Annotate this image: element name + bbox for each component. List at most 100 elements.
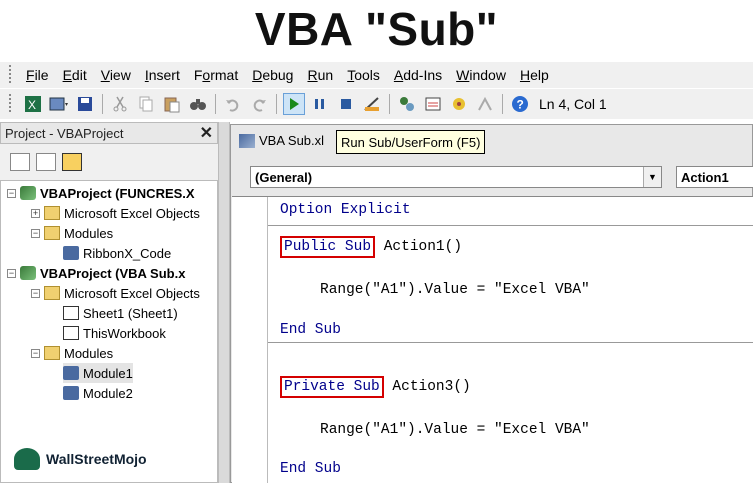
run-tooltip: Run Sub/UserForm (F5) [336,130,486,154]
tree-node-label: Microsoft Excel Objects [64,285,200,301]
chevron-down-icon[interactable]: ▼ [643,167,661,187]
code-editor[interactable]: Option Explicit Public Sub Action1() Ran… [232,196,753,483]
collapse-icon[interactable]: − [31,348,40,358]
toolbar-separator [102,94,103,114]
folder-icon [44,226,60,240]
module-icon [63,386,79,400]
collapse-icon[interactable]: − [31,228,40,238]
menu-help[interactable]: Help [514,67,557,83]
tree-node-label: Sheet1 (Sheet1) [83,305,178,321]
menu-format[interactable]: Format [188,67,246,83]
paste-icon[interactable] [161,93,183,115]
toolbar-separator [502,94,503,114]
expand-icon[interactable]: + [31,208,40,218]
properties-window-icon[interactable] [422,93,444,115]
logo-icon [14,448,40,470]
tree-node[interactable]: − VBAProject (FUNCRES.X [7,183,195,203]
toolbar-separator [389,94,390,114]
code-text: Action1() [375,239,463,255]
excel-view-icon[interactable]: X [22,93,44,115]
tree-node[interactable]: − VBAProject (VBA Sub.x [7,263,185,283]
menu-insert[interactable]: Insert [139,67,188,83]
code-window-title: VBA Sub.xl [239,133,324,148]
menu-tools[interactable]: Tools [341,67,388,83]
toolbar-separator [276,94,277,114]
procedure-separator [268,225,753,226]
toolbox-icon[interactable] [474,93,496,115]
menu-run[interactable]: Run [301,67,341,83]
object-browser-icon[interactable] [448,93,470,115]
tree-node-label: Microsoft Excel Objects [64,205,200,221]
save-icon[interactable] [74,93,96,115]
highlight-box: Private Sub [280,376,384,398]
help-icon[interactable]: ? [509,93,531,115]
design-mode-icon[interactable] [361,93,383,115]
object-combo[interactable]: (General) ▼ [250,166,662,188]
menu-window[interactable]: Window [450,67,514,83]
tree-node[interactable]: − Modules [31,343,113,363]
menu-addins[interactable]: Add-Ins [388,67,450,83]
redo-icon[interactable] [248,93,270,115]
project-panel-title-text: Project - VBAProject [5,125,124,141]
tree-node[interactable]: − Microsoft Excel Objects [31,283,200,303]
tree-node[interactable]: RibbonX_Code [63,243,171,263]
toggle-folders-icon[interactable] [62,153,82,171]
menu-view[interactable]: View [95,67,139,83]
module-icon [239,133,255,148]
tree-node[interactable]: Module1 [63,363,133,383]
tree-node[interactable]: − Modules [31,223,113,243]
procedure-combo[interactable]: Action1 [676,166,753,188]
break-icon[interactable] [309,93,331,115]
svg-text:X: X [28,98,36,112]
page-heading: VBA "Sub" [254,3,499,55]
tree-node[interactable]: Module2 [63,383,133,403]
project-panel-toolbar [0,144,218,180]
tree-node[interactable]: Sheet1 (Sheet1) [63,303,178,323]
tree-node-label: RibbonX_Code [83,245,172,261]
tree-node-label: Module1 [83,365,133,381]
toolbar-grip[interactable] [6,94,14,114]
view-object-icon[interactable] [36,153,56,171]
view-code-icon[interactable] [10,153,30,171]
close-icon[interactable]: ✕ [200,123,213,143]
menu-bar: File Edit View Insert Format Debug Run T… [0,62,753,88]
menu-grip[interactable] [6,65,14,85]
panel-splitter[interactable] [218,122,230,483]
reset-icon[interactable] [335,93,357,115]
object-combo-value: (General) [255,169,313,185]
run-icon[interactable] [283,93,305,115]
folder-icon [44,346,60,360]
menu-file[interactable]: File [20,67,57,83]
code-line: Range("A1").Value = "Excel VBA" [320,282,590,298]
tree-node[interactable]: + Microsoft Excel Objects [31,203,200,223]
tree-node-label: Modules [64,225,114,241]
collapse-icon[interactable]: − [7,268,16,278]
menu-edit[interactable]: Edit [57,67,95,83]
project-icon [20,186,36,200]
collapse-icon[interactable]: − [31,288,40,298]
folder-icon [44,206,60,220]
find-icon[interactable] [187,93,209,115]
code-line: Public Sub Action1() [280,236,463,258]
code-line: Range("A1").Value = "Excel VBA" [320,422,590,438]
insert-userform-icon[interactable] [48,93,70,115]
toolbar-separator [215,94,216,114]
watermark-logo: WallStreetMojo [14,448,147,470]
tree-node-label: Modules [64,345,114,361]
project-icon [20,266,36,280]
standard-toolbar: X ? Ln 4, Col 1 [0,89,753,119]
undo-icon[interactable] [222,93,244,115]
project-explorer-icon[interactable] [396,93,418,115]
copy-icon[interactable] [135,93,157,115]
svg-text:?: ? [517,98,524,112]
cursor-position: Ln 4, Col 1 [539,96,607,112]
procedure-separator [268,342,753,343]
cut-icon[interactable] [109,93,131,115]
project-tree: − VBAProject (FUNCRES.X + Microsoft Excel … [0,180,218,483]
module-icon [63,366,79,380]
indicator-margin [232,197,268,483]
collapse-icon[interactable]: − [7,188,16,198]
tree-node[interactable]: ThisWorkbook [63,323,166,343]
menu-debug[interactable]: Debug [246,67,301,83]
sheet-icon [63,306,79,320]
